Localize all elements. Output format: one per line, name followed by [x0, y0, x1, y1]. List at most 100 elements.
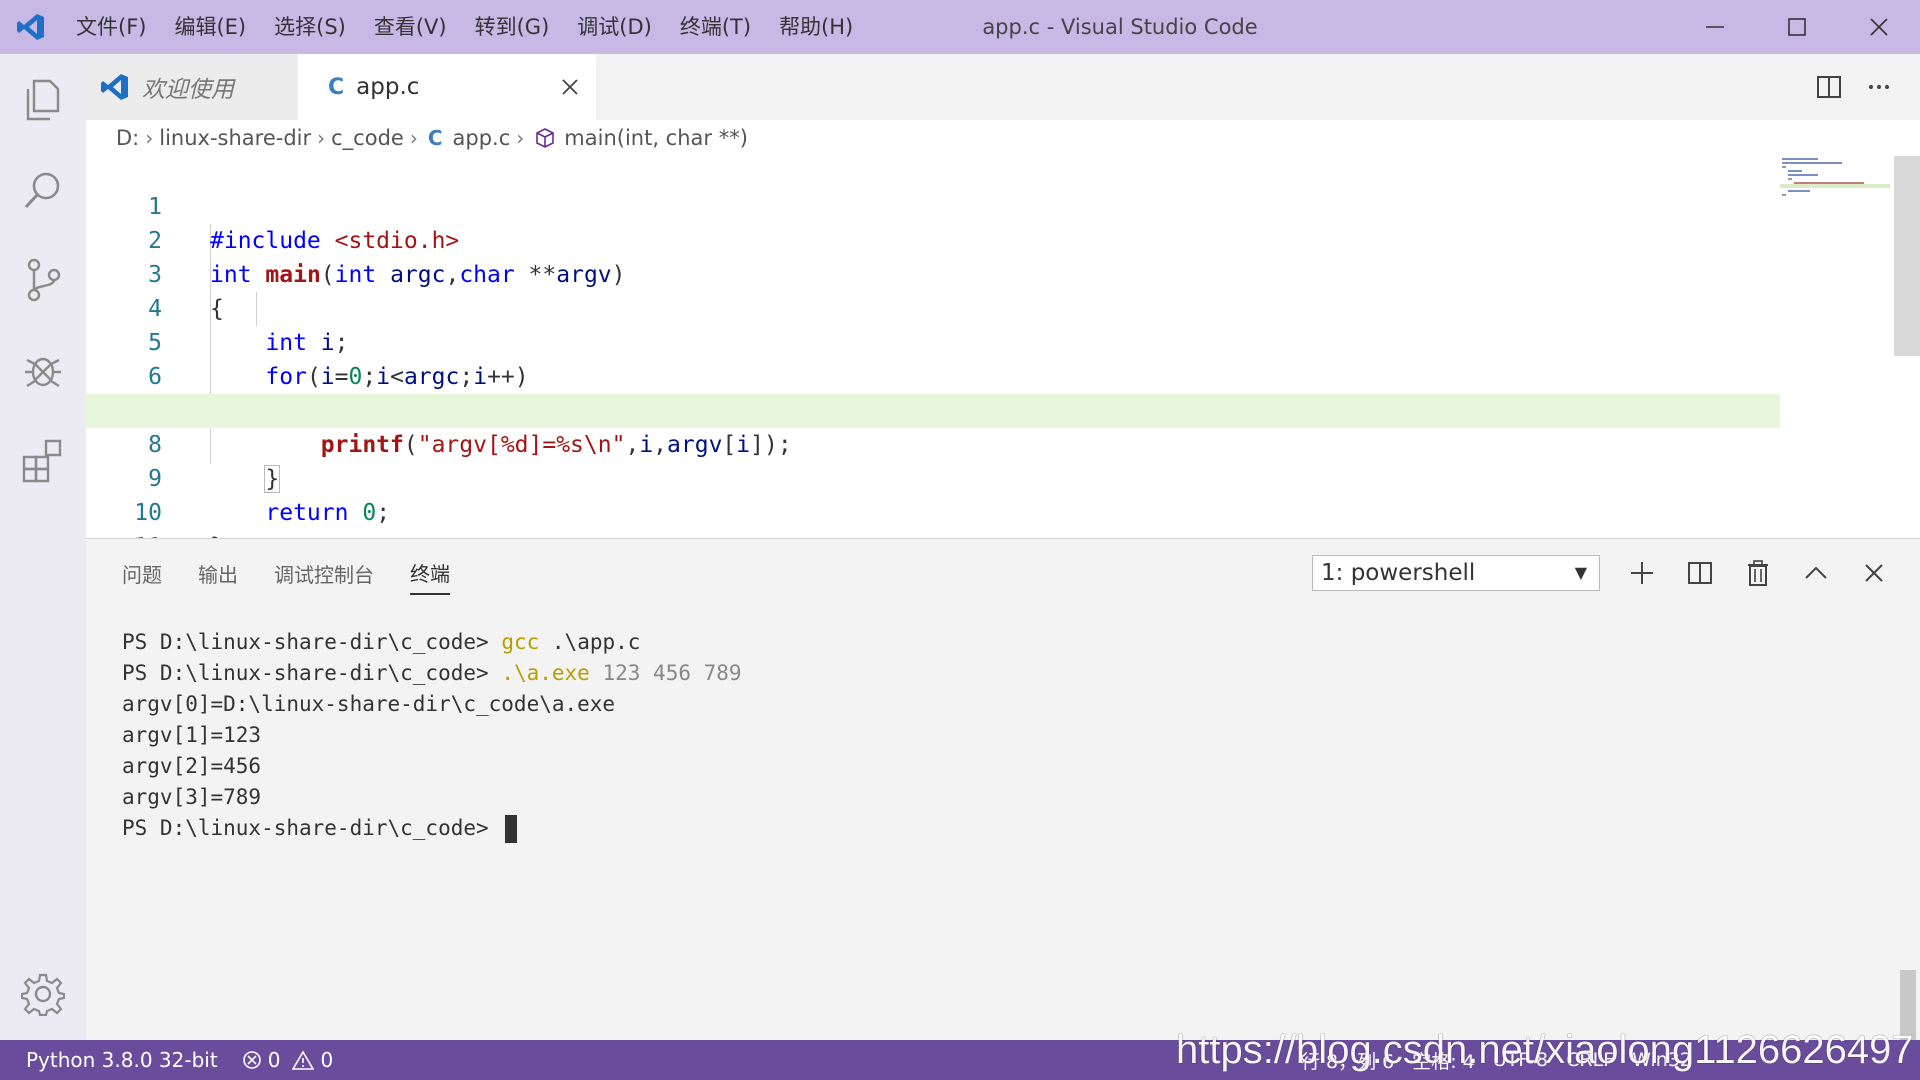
editor-scrollbar[interactable]: [1894, 156, 1920, 356]
code-line: 2 int main(int argc,char **argv): [86, 190, 1780, 288]
c-file-icon: C: [427, 126, 443, 150]
chevron-right-icon: ›: [317, 126, 326, 150]
method-symbol-icon: [536, 128, 555, 148]
maximize-panel-button[interactable]: [1798, 553, 1834, 593]
terminal-command: gcc: [501, 630, 540, 654]
editor-actions: [1816, 54, 1892, 120]
terminal-line: PS D:\linux-share-dir\c_code> .\a.exe 12…: [122, 658, 742, 689]
panel-tabs: 问题 输出 调试控制台 终端: [122, 539, 450, 607]
bottom-panel: 问题 输出 调试控制台 终端 1: powershell ▼ PS D:\lin…: [86, 538, 1920, 1040]
warning-icon: [292, 1050, 315, 1070]
breadcrumb-file[interactable]: app.c: [453, 126, 511, 150]
terminal-line: PS D:\linux-share-dir\c_code> gcc .\app.…: [122, 627, 742, 658]
terminal-prompt: PS D:\linux-share-dir\c_code>: [122, 816, 489, 840]
menu-view[interactable]: 查看(V): [360, 0, 461, 54]
terminal-cursor: [505, 815, 518, 843]
source-control-icon: [27, 258, 61, 302]
split-editor-icon[interactable]: [1816, 74, 1842, 100]
menu-selection[interactable]: 选择(S): [260, 0, 360, 54]
chevron-right-icon: ›: [516, 126, 525, 150]
terminal-select[interactable]: 1: powershell ▼: [1312, 555, 1600, 591]
terminal-line: argv[0]=D:\linux-share-dir\c_code\a.exe: [122, 692, 616, 716]
minimize-button[interactable]: [1674, 0, 1756, 54]
new-terminal-button[interactable]: [1624, 553, 1660, 593]
watermark: https://blog.csdn.net/xiaolong1126626497: [1176, 1028, 1914, 1072]
tab-terminal[interactable]: 终端: [410, 552, 450, 595]
menu-help[interactable]: 帮助(H): [765, 0, 867, 54]
line-number: 11: [86, 530, 162, 538]
terminal-line: argv[2]=456: [122, 754, 262, 778]
terminal-args: .\app.c: [551, 630, 641, 654]
tab-debug-console[interactable]: 调试控制台: [274, 553, 374, 594]
terminal-line: argv[3]=789: [122, 785, 262, 809]
extensions-button[interactable]: [0, 420, 86, 500]
code-line: 10 }: [86, 462, 1780, 538]
trash-icon: [1748, 560, 1768, 586]
code-line: 4 int i;: [86, 258, 1780, 356]
tab-welcome[interactable]: 欢迎使用: [86, 54, 298, 120]
activity-bar: [0, 54, 86, 1040]
code-editor[interactable]: 1 #include <stdio.h> 2 int main(int argc…: [86, 156, 1920, 538]
plus-icon: [1631, 562, 1653, 584]
search-button[interactable]: [0, 150, 86, 230]
menu-go[interactable]: 转到(G): [461, 0, 564, 54]
terminal-output[interactable]: PS D:\linux-share-dir\c_code> gcc .\app.…: [122, 627, 742, 844]
breadcrumb-folder-share[interactable]: linux-share-dir: [159, 126, 311, 150]
terminal-args: 123 456 789: [602, 661, 742, 685]
maximize-icon: [1788, 18, 1806, 36]
kill-terminal-button[interactable]: [1740, 553, 1776, 593]
menu-terminal[interactable]: 终端(T): [666, 0, 765, 54]
editor-tabs: 欢迎使用 C app.c: [86, 54, 1920, 120]
search-icon: [24, 172, 60, 209]
explorer-button[interactable]: [0, 60, 86, 140]
minimize-icon: [1706, 26, 1724, 28]
settings-button[interactable]: [0, 954, 86, 1034]
tab-welcome-label: 欢迎使用: [142, 77, 234, 103]
breadcrumb-folder-code[interactable]: c_code: [331, 126, 404, 150]
problems-indicator[interactable]: 0 0: [232, 1048, 333, 1072]
debug-button[interactable]: [0, 330, 86, 410]
menu-debug[interactable]: 调试(D): [563, 0, 666, 54]
close-panel-button[interactable]: [1856, 553, 1892, 593]
close-icon: [1870, 18, 1888, 36]
menu-edit[interactable]: 编辑(E): [160, 0, 260, 54]
dropdown-arrow-icon: ▼: [1574, 563, 1587, 582]
c-file-icon: C: [328, 74, 345, 100]
gear-icon: [21, 973, 65, 1016]
warning-count: 0: [320, 1048, 334, 1072]
close-icon: [1865, 564, 1883, 582]
split-icon: [1688, 562, 1712, 584]
debug-icon: [25, 357, 61, 388]
source-control-button[interactable]: [0, 240, 86, 320]
minimap[interactable]: [1780, 156, 1890, 226]
window-controls: [1674, 0, 1920, 54]
menu-bar: 文件(F) 编辑(E) 选择(S) 查看(V) 转到(G) 调试(D) 终端(T…: [62, 0, 867, 54]
terminal-line: PS D:\linux-share-dir\c_code>: [122, 813, 742, 844]
files-icon: [26, 79, 60, 121]
menu-file[interactable]: 文件(F): [62, 0, 160, 54]
terminal-prompt: PS D:\linux-share-dir\c_code>: [122, 630, 489, 654]
maximize-button[interactable]: [1756, 0, 1838, 54]
code-line: 5 for(i=0;i<argc;i++): [86, 292, 1780, 390]
split-terminal-button[interactable]: [1682, 553, 1718, 593]
tab-app-label: app.c: [356, 74, 420, 100]
error-count: 0: [267, 1048, 281, 1072]
tab-app-c[interactable]: C app.c: [298, 54, 596, 120]
code-line: 11: [86, 496, 1780, 538]
more-actions-icon[interactable]: [1866, 74, 1892, 100]
panel-actions: [1624, 553, 1892, 593]
chevron-up-icon: [1805, 566, 1827, 579]
extensions-icon: [22, 439, 62, 483]
python-interpreter[interactable]: Python 3.8.0 32-bit: [0, 1048, 232, 1072]
close-window-button[interactable]: [1838, 0, 1920, 54]
error-icon: [242, 1051, 261, 1069]
tab-output[interactable]: 输出: [198, 553, 238, 594]
code-line: 1 #include <stdio.h>: [86, 156, 1780, 254]
terminal-select-value: 1: powershell: [1321, 560, 1476, 586]
tab-problems[interactable]: 问题: [122, 553, 162, 594]
breadcrumb-drive[interactable]: D:: [116, 126, 139, 150]
code-line: 6 {: [86, 326, 1780, 425]
tab-close-button[interactable]: [556, 73, 584, 101]
breadcrumb-symbol[interactable]: main(int, char **): [564, 126, 748, 150]
title-bar: 文件(F) 编辑(E) 选择(S) 查看(V) 转到(G) 调试(D) 终端(T…: [0, 0, 1920, 54]
